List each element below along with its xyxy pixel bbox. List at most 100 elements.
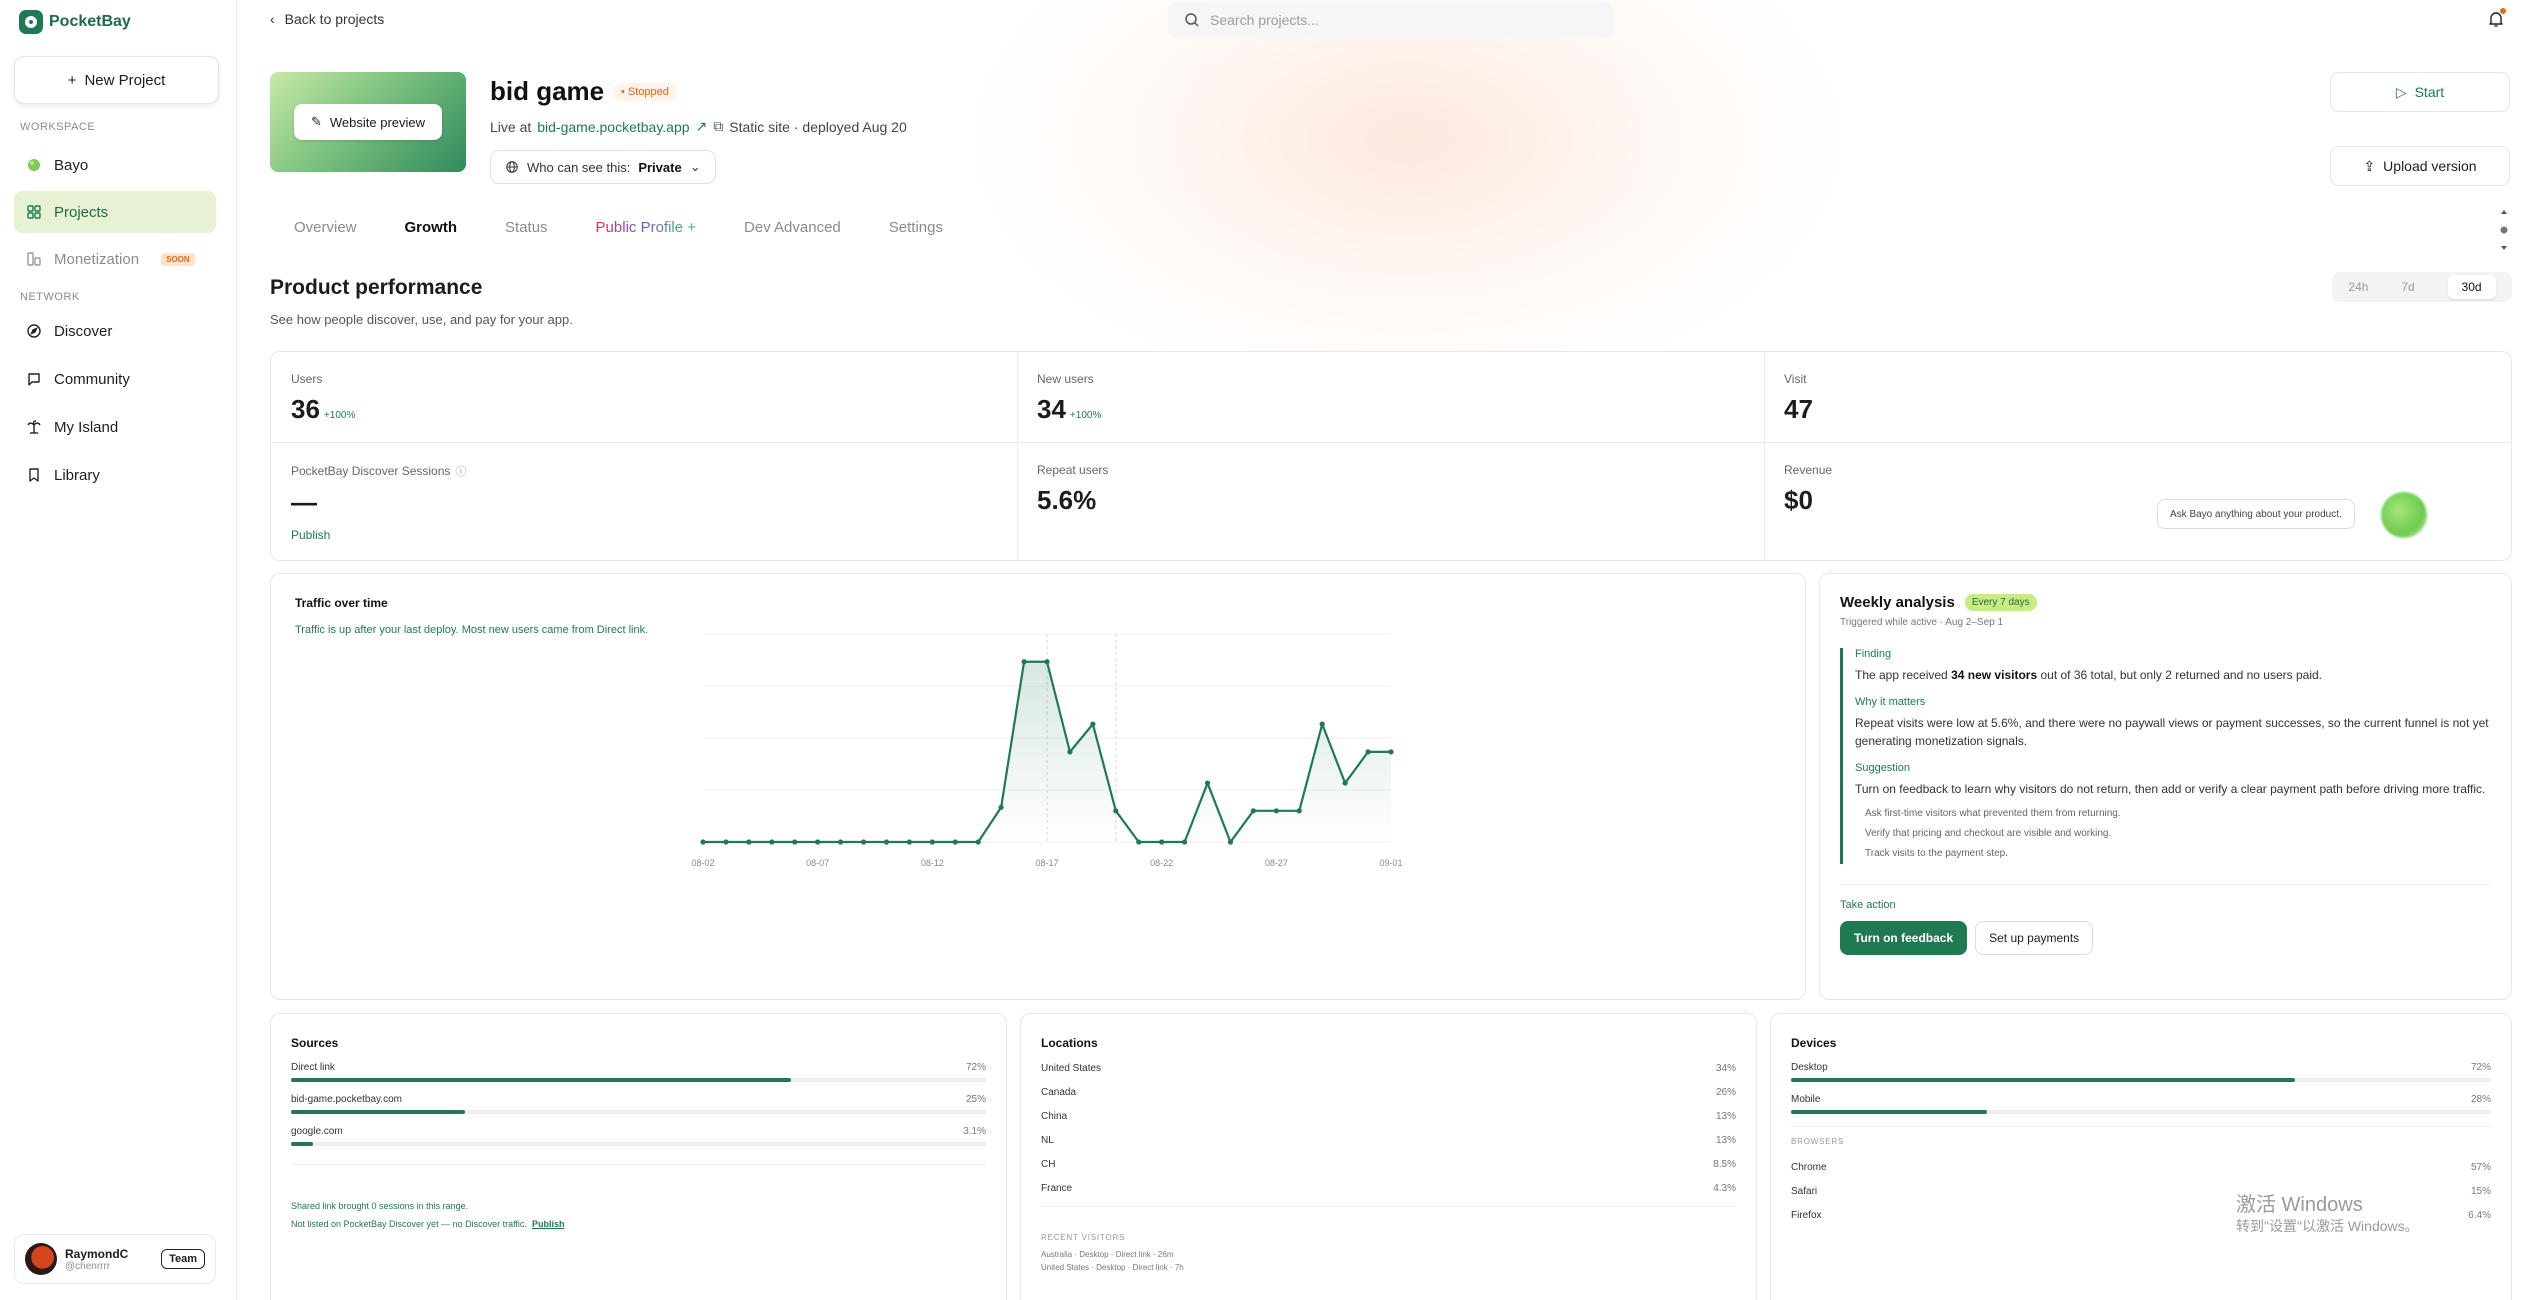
- user-profile-card[interactable]: RaymondC @chenrrrr Team: [14, 1234, 216, 1284]
- metric-new-users: New users 34 +100%: [1017, 352, 1764, 456]
- live-prefix: Live at: [490, 118, 532, 135]
- sidebar-item-library[interactable]: Library: [14, 454, 216, 496]
- range-24h[interactable]: 24h: [2348, 280, 2368, 294]
- data-point: [1296, 808, 1302, 814]
- metric-label: Visit: [1784, 372, 1807, 386]
- publish-link[interactable]: Publish: [532, 1219, 565, 1229]
- website-preview-button[interactable]: ✎ Website preview: [294, 104, 442, 140]
- data-point: [975, 839, 981, 845]
- project-url-link[interactable]: bid-game.pocketbay.app: [537, 119, 689, 135]
- location-row: France 4.3%: [1041, 1183, 1736, 1194]
- range-30d[interactable]: 30d: [2447, 275, 2496, 299]
- frequency-badge: Every 7 days: [1964, 594, 2037, 611]
- metric-value: —: [291, 487, 317, 517]
- public-profile-label: Public Profile: [595, 219, 684, 236]
- start-label: Start: [2414, 84, 2445, 100]
- tab-overview[interactable]: Overview: [294, 219, 357, 236]
- back-to-projects-link[interactable]: ‹ Back to projects: [270, 11, 384, 27]
- x-tick-label: 08-22: [1150, 858, 1173, 868]
- location-label: CH: [1041, 1159, 1056, 1170]
- team-badge[interactable]: Team: [161, 1249, 205, 1269]
- search-placeholder: Search projects...: [1210, 12, 1319, 28]
- scroll-indicator[interactable]: [2500, 210, 2508, 250]
- sidebar-item-label: My Island: [54, 418, 119, 436]
- tab-growth[interactable]: Growth: [405, 219, 458, 236]
- sidebar-item-label: Bayo: [54, 156, 89, 174]
- device-row: Desktop 72%: [1791, 1062, 2491, 1082]
- metric-value: 34: [1037, 394, 1066, 424]
- metric-label: Revenue: [1784, 463, 1833, 477]
- chat-bubble-icon: [28, 373, 40, 386]
- main-content: ‹ Back to projects Search projects... ✎ …: [238, 0, 2537, 1300]
- external-link-icon[interactable]: ↗: [696, 118, 708, 135]
- tab-status[interactable]: Status: [505, 219, 548, 236]
- start-button[interactable]: ▷ Start: [2330, 72, 2510, 112]
- traffic-chart: 08-02 08-07 08-12 08-17 08-22 08-27 09-01: [691, 633, 1403, 868]
- new-project-button[interactable]: + New Project: [14, 56, 219, 104]
- metric-label: PocketBay Discover Sessions: [291, 464, 451, 478]
- set-up-payments-button[interactable]: Set up payments: [1975, 921, 2094, 955]
- x-tick-label: 08-12: [921, 858, 944, 868]
- tab-settings[interactable]: Settings: [889, 219, 943, 236]
- x-tick-label: 08-27: [1265, 858, 1288, 868]
- sidebar-item-projects[interactable]: Projects: [14, 191, 216, 233]
- user-handle: @chenrrrr: [65, 1260, 111, 1272]
- location-pct: 8.5%: [1713, 1159, 1736, 1170]
- performance-title: Product performance: [270, 276, 483, 299]
- location-row: China 13%: [1041, 1111, 1736, 1122]
- tab-public-profile[interactable]: Public Profile +: [596, 219, 696, 236]
- publish-link[interactable]: Publish: [291, 528, 998, 542]
- step-item: Track visits to the payment step.: [1865, 848, 2009, 859]
- data-point: [906, 839, 913, 845]
- sidebar-item-my-island[interactable]: My Island: [14, 406, 216, 448]
- browser-pct: 6.4%: [2468, 1210, 2491, 1221]
- visibility-dropdown[interactable]: Who can see this: Private ⌄: [490, 150, 716, 184]
- metric-label: Users: [291, 372, 323, 386]
- why-label: Why it matters: [1855, 696, 1926, 708]
- finding-label: Finding: [1855, 648, 1892, 660]
- source-pct: 25%: [965, 1094, 986, 1105]
- visibility-value: Private: [638, 159, 682, 175]
- location-pct: 34%: [1715, 1063, 1736, 1074]
- range-7d[interactable]: 7d: [2401, 280, 2414, 294]
- source-label: bid-game.pocketbay.com: [291, 1094, 402, 1105]
- tab-dev-advanced[interactable]: Dev Advanced: [744, 219, 841, 236]
- project-title: bid game: [490, 76, 605, 106]
- data-point: [1319, 721, 1325, 727]
- info-icon[interactable]: ⓘ: [455, 463, 466, 479]
- time-range-toggle: 24h 7d 30d: [2332, 272, 2512, 302]
- x-tick-label: 08-07: [806, 858, 829, 868]
- live-url-line: Live at bid-game.pocketbay.app ↗ ⧉ Stati…: [490, 118, 907, 135]
- device-label: Mobile: [1791, 1094, 1821, 1105]
- performance-subtitle: See how people discover, use, and pay fo…: [270, 312, 573, 327]
- sidebar-item-monetization[interactable]: Monetization SOON: [14, 238, 216, 280]
- data-point: [1067, 749, 1073, 755]
- browser-row: Chrome 57%: [1791, 1162, 2491, 1173]
- copy-icon[interactable]: ⧉: [713, 118, 723, 135]
- location-pct: 4.3%: [1713, 1183, 1736, 1194]
- data-point: [700, 839, 706, 845]
- metric-delta: +100%: [1069, 410, 1102, 421]
- metric-label: New users: [1037, 372, 1094, 386]
- sidebar-item-discover[interactable]: Discover: [14, 310, 216, 352]
- upload-version-button[interactable]: ⇪ Upload version: [2330, 146, 2510, 186]
- progress-track: [1791, 1110, 2491, 1114]
- progress-fill: [291, 1110, 465, 1114]
- sidebar: PocketBay + New Project WORKSPACE Bayo P…: [0, 0, 237, 1300]
- finding-pre: The app received: [1855, 668, 1948, 682]
- grid-icon: [27, 205, 41, 219]
- ask-bayo-button[interactable]: Ask Bayo anything about your product.: [2157, 499, 2355, 529]
- metric-discover-sessions: PocketBay Discover Sessions ⓘ — Publish: [271, 443, 1018, 547]
- traffic-card: Traffic over time Traffic is up after yo…: [270, 573, 1806, 1000]
- sidebar-item-bayo[interactable]: Bayo: [14, 144, 216, 186]
- brand-logo[interactable]: PocketBay: [19, 10, 131, 34]
- location-label: United States: [1041, 1063, 1102, 1074]
- bayo-mascot-icon[interactable]: [2381, 492, 2427, 538]
- data-point: [746, 839, 752, 845]
- deploy-meta: Static site · deployed Aug 20: [729, 118, 907, 135]
- sidebar-item-community[interactable]: Community: [14, 358, 216, 400]
- progress-track: [291, 1078, 986, 1082]
- turn-on-feedback-button[interactable]: Turn on feedback: [1840, 921, 1968, 955]
- search-input[interactable]: Search projects...: [1168, 2, 1613, 38]
- discover-note: Not listed on PocketBay Discover yet — n…: [291, 1219, 986, 1229]
